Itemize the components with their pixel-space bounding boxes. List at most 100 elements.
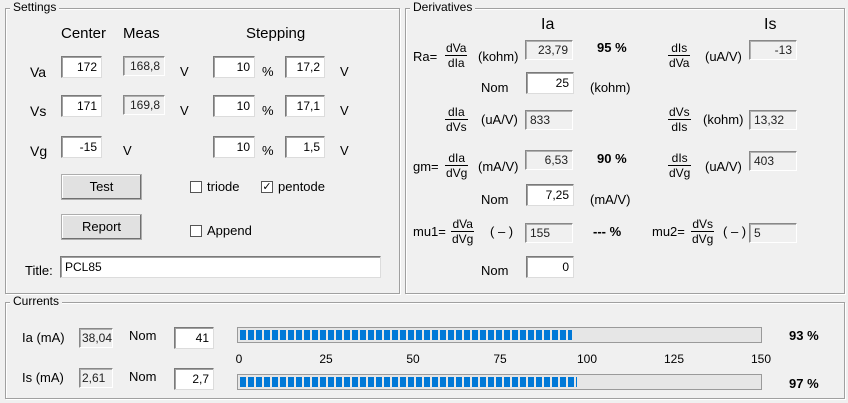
is-nom-input[interactable]: 2,7 <box>174 368 214 390</box>
test-button[interactable]: Test <box>61 174 142 200</box>
col-center-header: Center <box>61 25 107 42</box>
vg-step-pct-input[interactable]: 10 <box>213 136 255 158</box>
title-input[interactable]: PCL85 <box>60 256 381 278</box>
col-meas-header: Meas <box>123 25 160 42</box>
va-unit: V <box>180 64 189 79</box>
scale-tick-75: 75 <box>493 352 507 366</box>
vs-unit: V <box>180 103 189 118</box>
mu2-value: 5 <box>749 223 797 243</box>
vs-meas-value: 169,8 <box>123 95 165 115</box>
triode-label[interactable]: triode <box>207 179 240 195</box>
gm-fraction: dIa dVg <box>445 151 469 180</box>
mu1-label: mu1= <box>413 224 446 239</box>
vs-step-unit: V <box>340 103 349 118</box>
gm-label: gm= <box>413 159 439 174</box>
ia-progress-bar <box>237 327 762 343</box>
ra-denominator: dIa <box>447 56 465 70</box>
append-checkbox[interactable] <box>190 225 202 237</box>
dis-dva-value: -13 <box>749 40 797 60</box>
mu1-fraction: dVa dVg <box>451 217 475 246</box>
nom-gm-unit: (mA/V) <box>590 192 631 207</box>
ia-current-label: Ia (mA) <box>22 330 65 345</box>
vg-label: Vg <box>30 143 48 159</box>
dis-dvg-numerator: dIs <box>668 151 692 166</box>
nom-mu-label: Nom <box>481 263 509 278</box>
report-button[interactable]: Report <box>61 214 142 240</box>
pentode-checkbox[interactable]: ✓ <box>261 181 273 193</box>
scale-tick-100: 100 <box>576 352 598 366</box>
currents-group-title: Currents <box>10 295 63 308</box>
vg-center-input[interactable]: -15 <box>61 136 102 158</box>
dis-dva-denominator: dVa <box>669 56 690 70</box>
vs-step-pct-sign: % <box>262 103 274 118</box>
mu2-unit: ( – ) <box>723 224 747 239</box>
scale-tick-150: 150 <box>750 352 772 366</box>
gm-value: 6,53 <box>525 150 573 170</box>
gm-unit: (mA/V) <box>478 159 519 174</box>
mu1-numerator: dVa <box>451 217 475 232</box>
gm-numerator: dIa <box>445 151 469 166</box>
dia-dvs-value: 833 <box>525 110 573 130</box>
ra-fraction: dVa dIa <box>445 41 468 70</box>
dis-dva-fraction: dIs dVa <box>668 41 691 70</box>
dia-dvs-unit: (uA/V) <box>481 112 518 127</box>
va-step-pct-input[interactable]: 10 <box>213 56 255 78</box>
va-step-unit: V <box>340 64 349 79</box>
va-label: Va <box>30 64 47 80</box>
dia-dvs-fraction: dIa dVs <box>445 105 468 134</box>
derivatives-group-title: Derivatives <box>410 1 476 14</box>
ia-column-header: Ia <box>541 16 555 33</box>
mu1-unit: ( – ) <box>490 224 514 239</box>
vs-step-val-input[interactable]: 17,1 <box>285 95 325 117</box>
is-percent: 97 % <box>789 376 819 391</box>
pentode-label[interactable]: pentode <box>278 179 325 195</box>
ia-progress-fill <box>240 330 572 340</box>
vg-step-unit: V <box>340 143 349 158</box>
triode-checkbox[interactable] <box>190 181 202 193</box>
vs-center-input[interactable]: 171 <box>61 95 102 117</box>
append-label[interactable]: Append <box>207 223 252 239</box>
dis-dvg-value: 403 <box>749 151 797 171</box>
dis-dva-unit: (uA/V) <box>705 49 742 64</box>
va-center-input[interactable]: 172 <box>61 56 102 78</box>
ia-current-value: 38,04 <box>79 328 113 348</box>
is-column-header: Is <box>764 16 777 33</box>
scale-tick-25: 25 <box>319 352 333 366</box>
nom-mu-input[interactable]: 0 <box>526 256 574 278</box>
vs-step-pct-input[interactable]: 10 <box>213 95 255 117</box>
is-progress-bar <box>237 374 762 390</box>
mu2-denominator: dVg <box>692 232 714 246</box>
mu2-numerator: dVs <box>691 217 715 232</box>
gm-denominator: dVg <box>446 166 468 180</box>
dia-dvs-denominator: dVs <box>446 120 467 134</box>
scale-tick-0: 0 <box>235 352 243 366</box>
ra-numerator: dVa <box>445 41 468 56</box>
ra-label: Ra= <box>413 49 438 64</box>
nom-gm-input[interactable]: 7,25 <box>526 184 574 206</box>
vg-step-val-input[interactable]: 1,5 <box>285 136 325 158</box>
dis-dva-numerator: dIs <box>668 41 691 56</box>
is-nom-label: Nom <box>129 369 157 384</box>
is-progress-fill <box>240 377 577 387</box>
nom-ra-label: Nom <box>481 80 509 95</box>
ra-unit: (kohm) <box>478 49 519 64</box>
va-step-pct-sign: % <box>262 64 274 79</box>
va-meas-value: 168,8 <box>123 56 165 76</box>
is-current-label: Is (mA) <box>22 370 64 385</box>
scale-tick-125: 125 <box>663 352 685 366</box>
mu2-label: mu2= <box>652 224 685 239</box>
mu2-fraction: dVs dVg <box>691 217 715 246</box>
nom-ra-unit: (kohm) <box>590 80 631 95</box>
ia-nom-input[interactable]: 41 <box>174 327 214 349</box>
vg-unit: V <box>123 143 132 158</box>
scale-axis: 0 25 50 75 100 125 150 <box>235 352 771 366</box>
mu1-denominator: dVg <box>452 232 474 246</box>
dvs-dis-value: 13,32 <box>749 110 797 130</box>
mu1-percent: --- % <box>593 224 622 239</box>
dia-dvs-numerator: dIa <box>445 105 468 120</box>
title-label: Title: <box>25 263 53 278</box>
dvs-dis-numerator: dVs <box>668 105 691 120</box>
nom-ra-input[interactable]: 25 <box>526 72 574 94</box>
vs-label: Vs <box>30 103 47 119</box>
va-step-val-input[interactable]: 17,2 <box>285 56 325 78</box>
